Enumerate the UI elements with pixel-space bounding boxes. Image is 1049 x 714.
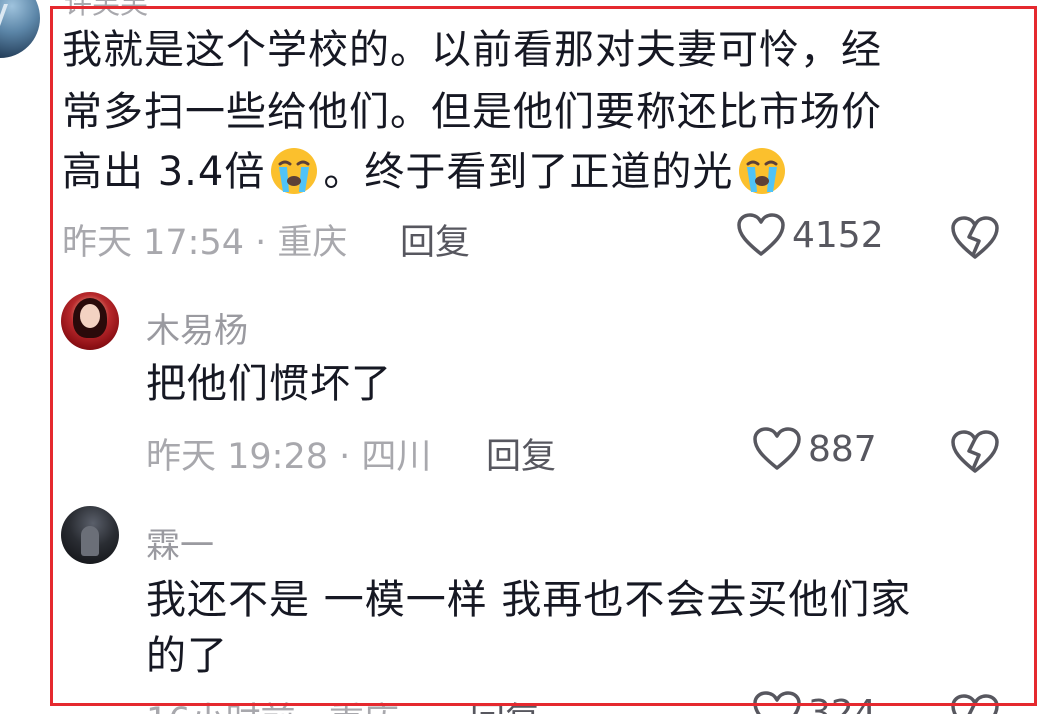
avatar-mark: [0, 4, 19, 26]
comment-text-line: 我还不是 一模一样 我再也不会去买他们家: [146, 577, 912, 623]
like-button[interactable]: 887: [752, 426, 877, 472]
comment-text-line: 常多扫一些给他们。但是他们要称还比市场价: [62, 89, 882, 135]
broken-heart-icon[interactable]: [950, 215, 1000, 261]
like-button[interactable]: 4152: [736, 212, 884, 258]
comment-text-segment: 。终于看到了正道的光: [323, 149, 734, 195]
comment-text-line: 的了: [146, 633, 228, 679]
like-count: 4152: [792, 214, 884, 256]
comment-thread: 许芙芙 我就是这个学校的。以前看那对夫妻可怜，经 常多扫一些给他们。但是他们要称…: [0, 0, 1049, 714]
comment-text-line: 高出 3.4倍 。终于看到了正道的光: [62, 144, 791, 201]
reply-button[interactable]: 回复: [400, 214, 470, 265]
reply-button[interactable]: 回复: [470, 692, 540, 714]
comment-author-name: 许芙芙: [64, 0, 149, 20]
comment-meta: 16小时前 · 重庆: [146, 692, 399, 714]
heart-icon: [753, 427, 801, 470]
reply-button[interactable]: 回复: [486, 428, 556, 479]
broken-heart-icon[interactable]: [950, 693, 1000, 714]
comment-text-line: 把他们惯坏了: [146, 361, 392, 407]
heart-icon: [737, 213, 785, 256]
broken-heart-icon[interactable]: [950, 429, 1000, 475]
user-avatar[interactable]: [61, 506, 119, 564]
user-avatar[interactable]: [0, 0, 40, 58]
comment-author-name[interactable]: 木易杨: [146, 303, 248, 352]
comment-meta: 昨天 17:54 · 重庆: [62, 223, 348, 263]
like-button[interactable]: 324: [752, 690, 877, 714]
like-count: 887: [808, 428, 877, 470]
like-count: 324: [808, 692, 877, 714]
comment-meta: 昨天 19:28 · 四川: [146, 437, 432, 477]
comment-author-name[interactable]: 霖一: [146, 518, 214, 567]
avatar-figure: [81, 526, 99, 556]
comment-text-line: 我就是这个学校的。以前看那对夫妻可怜，经: [62, 27, 882, 73]
loudly-crying-face-icon: [739, 148, 786, 194]
comment-text-segment: 高出 3.4倍: [62, 149, 266, 195]
loudly-crying-face-icon: [271, 148, 318, 194]
user-avatar[interactable]: [61, 292, 119, 350]
heart-icon: [753, 691, 801, 714]
avatar-face: [80, 304, 100, 328]
